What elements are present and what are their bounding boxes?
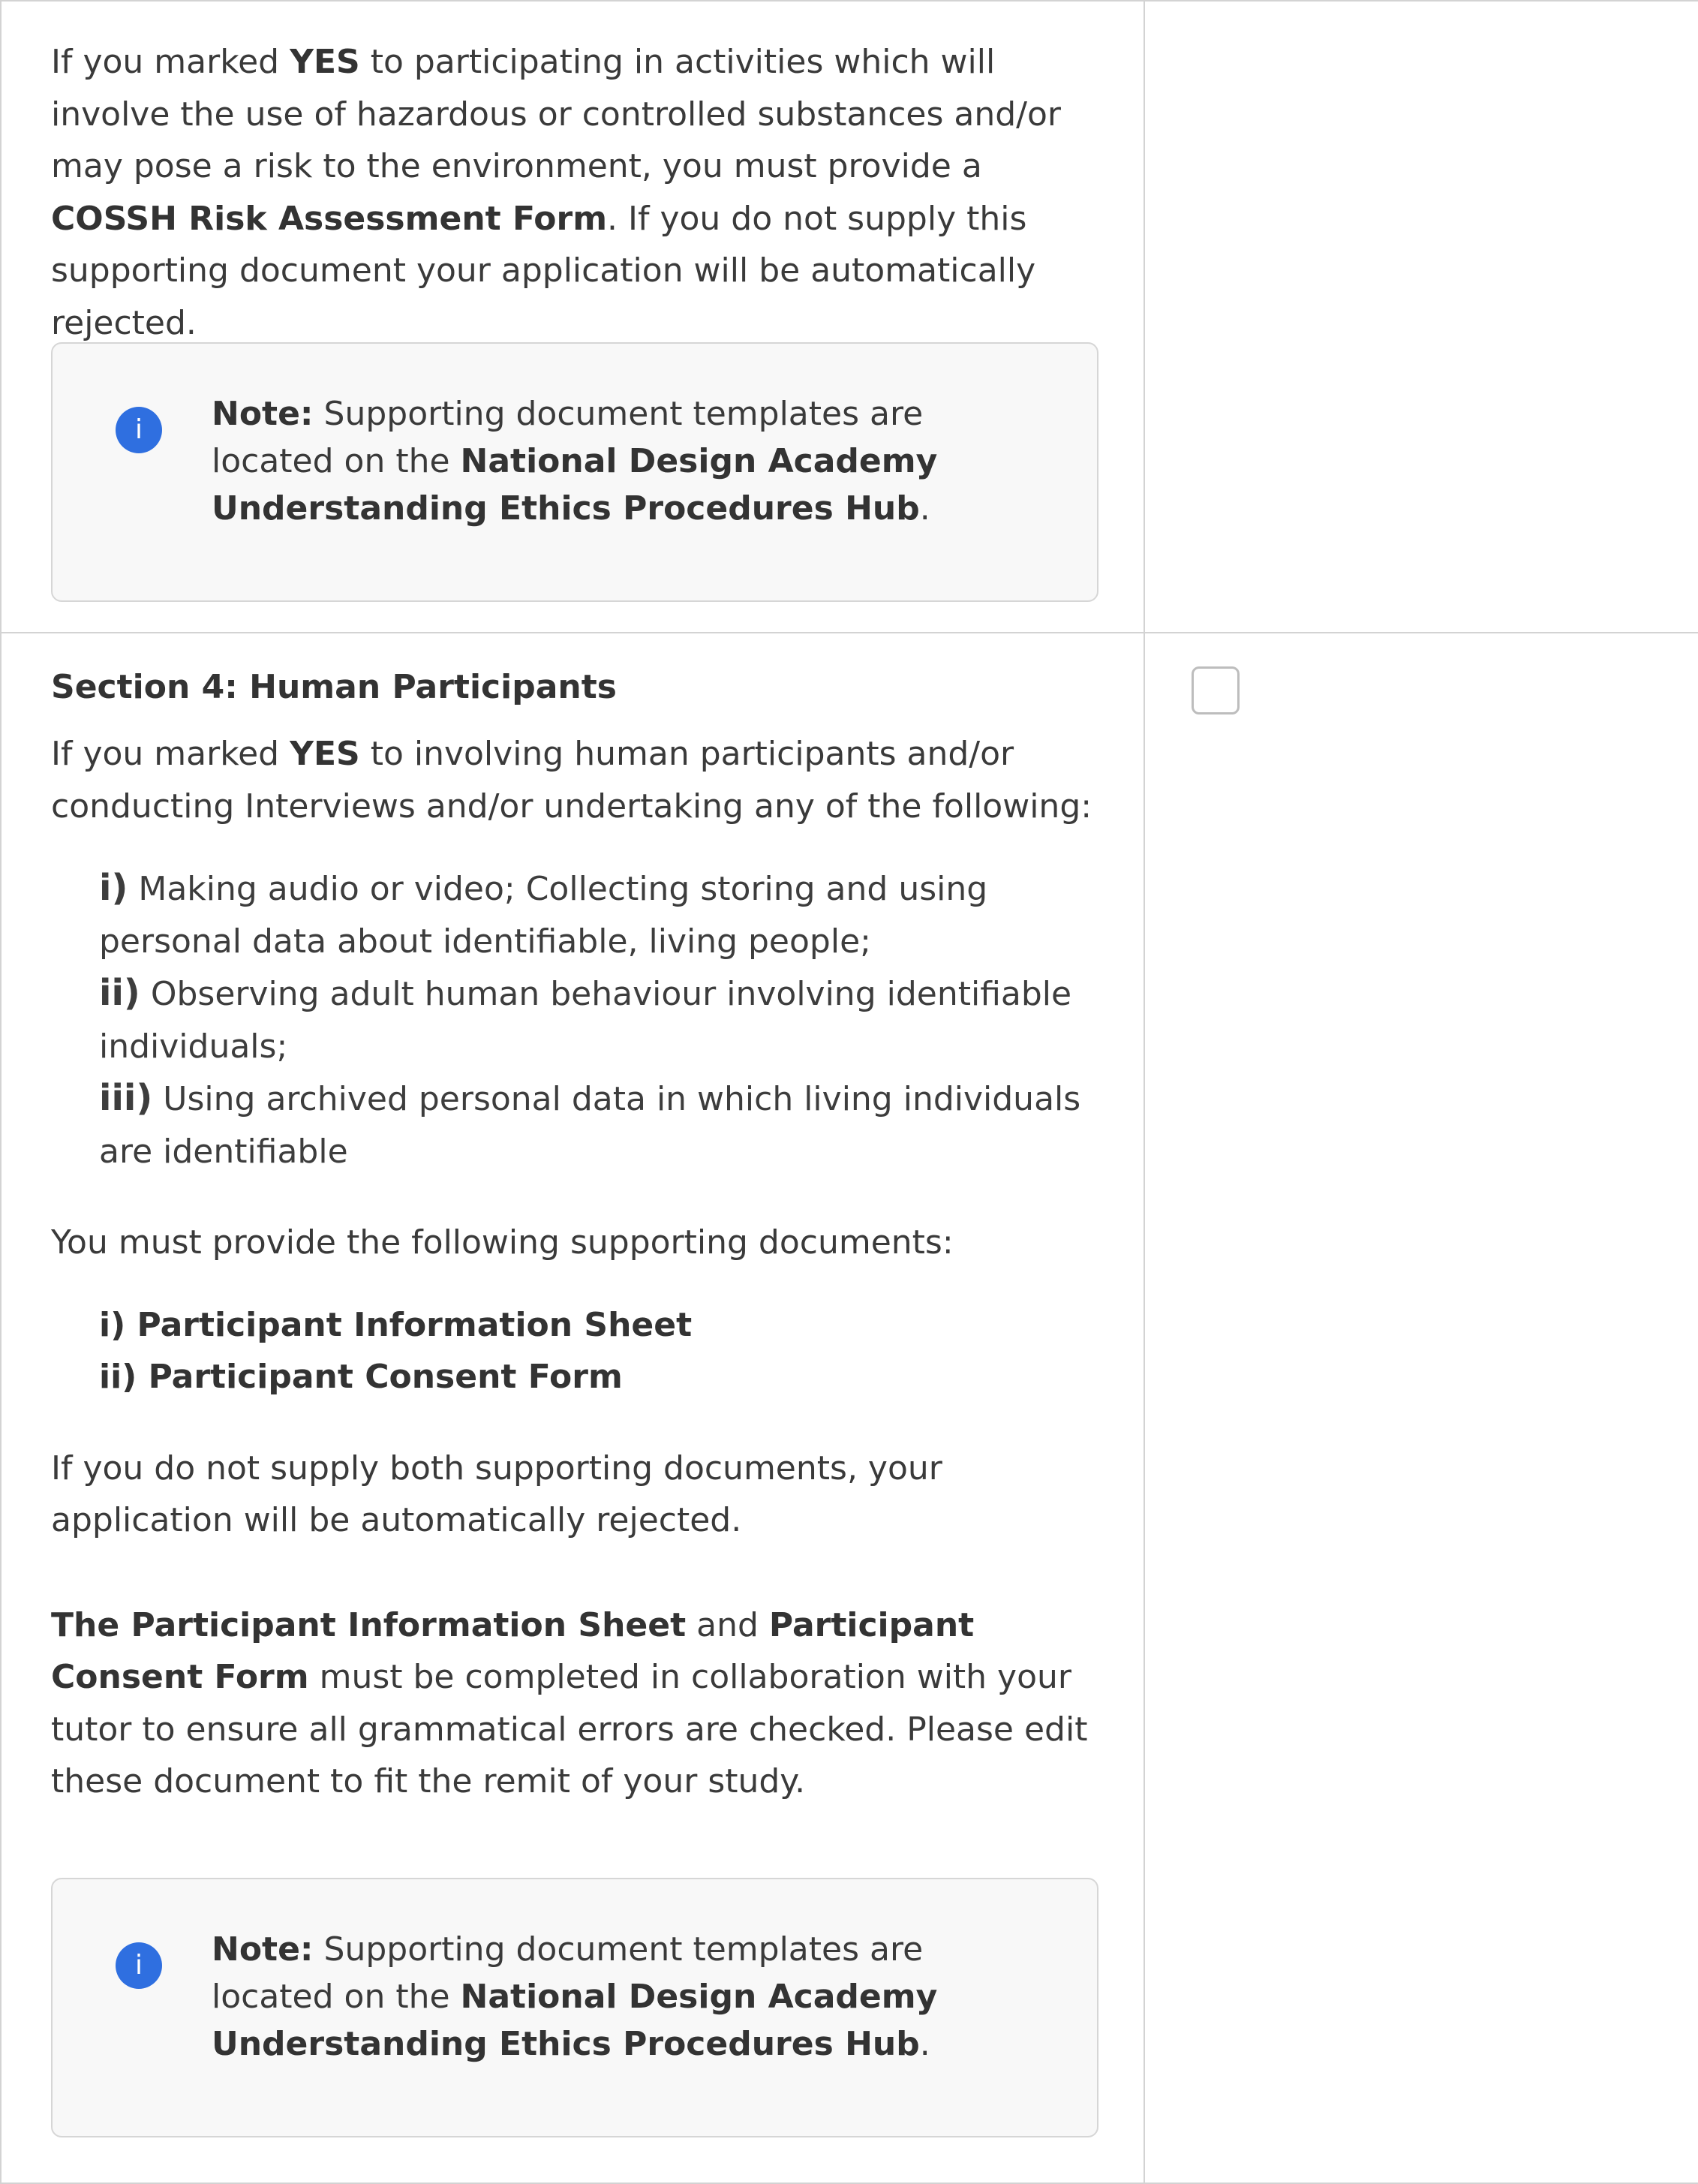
note-text-cossh: Note: Supporting document templates are … [212, 390, 1052, 532]
cossh-paragraph-wrap: If you marked YES to participating in ac… [51, 36, 1101, 349]
list-item: iii) Using archived personal data in whi… [99, 1072, 1101, 1178]
cossh-text-1: If you marked [51, 43, 290, 81]
cossh-description-cell: If you marked YES to participating in ac… [2, 2, 1145, 632]
list-item: ii) Participant Consent Form [99, 1358, 623, 1396]
list-item-text: Using archived personal data in which li… [99, 1080, 1081, 1171]
must-provide-text: You must provide the following supportin… [51, 1223, 954, 1262]
list-item: ii) Observing adult human behaviour invo… [99, 967, 1101, 1072]
list-item: i) Making audio or video; Collecting sto… [99, 862, 1101, 967]
human-participants-cell: Section 4: Human Participants If you mar… [2, 633, 1145, 2182]
info-icon: i [116, 1942, 162, 1989]
cossh-paragraph: If you marked YES to participating in ac… [51, 36, 1101, 349]
section4-intro: If you marked YES to involving human par… [51, 728, 1101, 832]
list-item-number: iii) [99, 1077, 153, 1119]
collab-and: and [686, 1605, 769, 1644]
note-label: Note: [212, 1930, 314, 1969]
intro-yes: YES [290, 735, 360, 773]
rejection-text: If you do not supply both supporting doc… [51, 1448, 942, 1540]
activities-list: i) Making audio or video; Collecting sto… [99, 862, 1101, 1178]
human-participants-checkbox-cell [1145, 633, 1698, 2182]
table-row-human-participants: Section 4: Human Participants If you mar… [0, 632, 1698, 2184]
cossh-checkbox-cell [1145, 2, 1698, 632]
cossh-yes: YES [290, 43, 360, 81]
human-participants-checkbox[interactable] [1192, 666, 1240, 714]
ethics-form-table: If you marked YES to participating in ac… [0, 0, 1698, 2184]
list-item: i) Participant Information Sheet [99, 1305, 693, 1344]
list-item-text: Observing adult human behaviour involvin… [99, 975, 1072, 1066]
note-text-2: . [919, 489, 930, 528]
documents-list: i) Participant Information Sheet ii) Par… [99, 1299, 1101, 1403]
note-text-human: Note: Supporting document templates are … [212, 1926, 1052, 2068]
collab-pis: The Participant Information Sheet [51, 1605, 687, 1644]
intro-text-1: If you marked [51, 735, 290, 773]
list-item-number: i) [99, 867, 128, 909]
collaboration-text: The Participant Information Sheet and Pa… [51, 1599, 1101, 1808]
section-heading: Section 4: Human Participants [51, 668, 617, 706]
info-icon: i [116, 407, 162, 453]
note-label: Note: [212, 395, 314, 433]
note-text-2: . [919, 2025, 930, 2063]
note-box-human-participants: i Note: Supporting document templates ar… [51, 1878, 1098, 2137]
section4-content: Section 4: Human Participants If you mar… [51, 665, 1101, 1808]
cossh-form-name: COSSH Risk Assessment Form [51, 199, 608, 238]
list-item-number: ii) [99, 972, 140, 1014]
table-row-cossh: If you marked YES to participating in ac… [0, 0, 1698, 632]
list-item-text: Making audio or video; Collecting storin… [99, 870, 988, 961]
note-box-cossh: i Note: Supporting document templates ar… [51, 342, 1098, 602]
